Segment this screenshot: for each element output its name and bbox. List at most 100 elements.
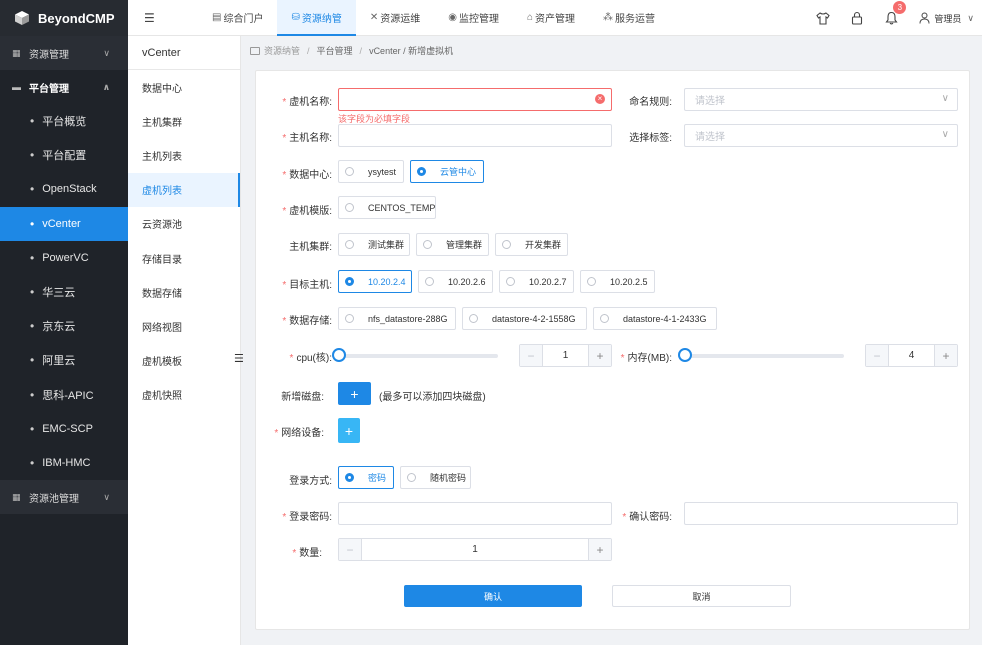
sidebar-item-h3c-cloud[interactable]: • 华三云 xyxy=(0,275,128,309)
bullet-icon: • xyxy=(30,353,35,368)
shirt-icon[interactable] xyxy=(815,10,831,26)
nav-group-resource-pool-management[interactable]: ▦ 资源池管理 ∨ xyxy=(0,480,128,515)
plus-icon[interactable]: + xyxy=(588,345,611,366)
cancel-button[interactable]: 取消 xyxy=(612,585,791,607)
login-password-input[interactable] xyxy=(338,502,612,525)
tab-resource-management[interactable]: ⛁ 资源纳管 xyxy=(277,0,357,36)
grid-icon: ▦ xyxy=(12,47,21,58)
tab-service-ops[interactable]: ⁂ 服务运营 xyxy=(589,0,669,36)
quantity-value[interactable]: 1 xyxy=(362,539,588,560)
grid-icon: ▦ xyxy=(12,491,21,502)
subnav-item-host-cluster[interactable]: 主机集群 xyxy=(128,104,240,138)
menu-toggle-icon[interactable]: ☰ xyxy=(144,11,164,25)
cpu-value[interactable]: 1 xyxy=(543,345,588,366)
cpu-stepper[interactable]: − 1 + xyxy=(519,344,612,367)
tab-resource-ops[interactable]: ✕ 资源运维 xyxy=(356,0,434,36)
select-tag-label: 选择标签: xyxy=(629,133,672,144)
subnav-item-datastore[interactable]: 数据存储 xyxy=(128,275,240,309)
host-name-input[interactable] xyxy=(338,124,612,147)
add-network-button[interactable]: + xyxy=(338,418,360,443)
bullet-icon: • xyxy=(30,285,35,300)
radio-host-10-20-2-7[interactable]: 10.20.2.7 xyxy=(499,270,574,293)
tab-label: 监控管理 xyxy=(458,14,499,25)
quantity-stepper[interactable]: − 1 + xyxy=(338,538,612,561)
sidebar-item-platform-config[interactable]: • 平台配置 xyxy=(0,138,128,172)
sidebar-item-label: 平台概览 xyxy=(42,116,87,129)
minus-icon[interactable]: − xyxy=(520,345,543,366)
tab-label: 资产管理 xyxy=(535,14,576,25)
memory-slider-handle[interactable] xyxy=(678,348,692,362)
chevron-down-icon: ∨ xyxy=(941,93,949,104)
add-disk-button[interactable]: + xyxy=(338,382,371,405)
user-menu[interactable]: 管理员 ∨ xyxy=(919,12,974,25)
plus-icon[interactable]: + xyxy=(934,345,957,366)
subnav-item-vm-list[interactable]: 虚机列表 xyxy=(128,172,240,207)
subnav-item-storage-directory[interactable]: 存储目录 xyxy=(128,241,240,275)
radio-datacenter-cloud-center[interactable]: 云管中心 xyxy=(410,160,484,183)
select-tag-select[interactable]: 请选择 ∨ xyxy=(684,124,958,147)
minus-icon[interactable]: − xyxy=(339,539,362,560)
sidebar-item-aliyun[interactable]: • 阿里云 xyxy=(0,343,128,377)
radio-datastore-nfs[interactable]: nfs_datastore-288G xyxy=(338,307,456,330)
sidebar-item-openstack[interactable]: • OpenStack xyxy=(0,172,128,206)
memory-value[interactable]: 4 xyxy=(889,345,934,366)
radio-cluster-test[interactable]: 测试集群 xyxy=(338,233,410,256)
sidebar-item-cisco-apic[interactable]: • 思科-APIC xyxy=(0,378,128,412)
radio-host-10-20-2-5[interactable]: 10.20.2.5 xyxy=(580,270,655,293)
sidebar-item-label: 京东云 xyxy=(42,321,76,334)
nav-group-resource-management[interactable]: ▦ 资源管理 ∨ xyxy=(0,36,128,70)
radio-datastore-4-2[interactable]: datastore-4-2-1558G xyxy=(462,307,587,330)
radio-login-random-password[interactable]: 随机密码 xyxy=(400,466,471,489)
sidebar-item-platform-overview[interactable]: • 平台概览 xyxy=(0,104,128,138)
subnav-item-cloud-pool[interactable]: 云资源池 xyxy=(128,207,240,241)
login-password-label: * 登录密码: xyxy=(282,512,332,523)
breadcrumb-item[interactable]: 资源纳管 xyxy=(264,44,300,57)
confirm-password-input[interactable] xyxy=(684,502,958,525)
sidebar-item-emc-scp[interactable]: • EMC-SCP xyxy=(0,412,128,446)
subnav-item-host-list[interactable]: 主机列表 xyxy=(128,138,240,172)
cpu-slider[interactable] xyxy=(332,348,498,362)
sidebar-item-powervc[interactable]: • PowerVC xyxy=(0,241,128,275)
tab-monitoring[interactable]: ◉ 监控管理 xyxy=(434,0,513,36)
radio-datacenter-ysytest[interactable]: ysytest xyxy=(338,160,404,183)
cpu-slider-handle[interactable] xyxy=(332,348,346,362)
sidebar-item-jd-cloud[interactable]: • 京东云 xyxy=(0,309,128,343)
naming-rule-select[interactable]: 请选择 ∨ xyxy=(684,88,958,111)
subnav-item-vm-template[interactable]: 虚机模板 xyxy=(128,344,240,378)
sidebar-item-label: IBM-HMC xyxy=(42,456,91,469)
sidebar-item-ibm-hmc[interactable]: • IBM-HMC xyxy=(0,446,128,480)
secondary-sidebar-title: vCenter xyxy=(128,36,240,70)
tab-asset-management[interactable]: ⌂ 资产管理 xyxy=(513,0,589,36)
clear-icon[interactable]: × xyxy=(595,94,605,104)
user-icon xyxy=(919,12,930,24)
radio-cluster-development[interactable]: 开发集群 xyxy=(495,233,568,256)
sidebar-item-vcenter[interactable]: • vCenter xyxy=(0,206,128,241)
bell-icon[interactable]: 3 xyxy=(883,1,907,26)
radio-datastore-4-1[interactable]: datastore-4-1-2433G xyxy=(593,307,717,330)
confirm-button[interactable]: 确认 xyxy=(404,585,582,607)
tab-label: 综合门户 xyxy=(223,14,264,25)
plus-icon[interactable]: + xyxy=(588,539,611,560)
subnav-item-vm-snapshot[interactable]: 虚机快照 xyxy=(128,378,240,412)
collapse-handle-icon[interactable]: ☰ xyxy=(234,352,244,365)
radio-cluster-management[interactable]: 管理集群 xyxy=(416,233,489,256)
radio-host-10-20-2-6[interactable]: 10.20.2.6 xyxy=(418,270,493,293)
memory-slider[interactable] xyxy=(678,348,844,362)
naming-rule-label: 命名规则: xyxy=(629,97,672,108)
nav-group-platform-management[interactable]: ▬ 平台管理 ∧ xyxy=(0,70,128,104)
memory-stepper[interactable]: − 4 + xyxy=(865,344,958,367)
subnav-item-network-view[interactable]: 网络视图 xyxy=(128,309,240,343)
app-logo[interactable]: BeyondCMP xyxy=(0,0,128,36)
network-label: * 网络设备: xyxy=(274,428,324,439)
breadcrumb-separator: / xyxy=(307,45,310,56)
radio-login-password[interactable]: 密码 xyxy=(338,466,394,489)
breadcrumb-item[interactable]: 平台管理 xyxy=(317,44,353,57)
vm-name-input[interactable]: × xyxy=(338,88,612,111)
subnav-item-datacenter[interactable]: 数据中心 xyxy=(128,70,240,104)
radio-host-10-20-2-4[interactable]: 10.20.2.4 xyxy=(338,270,412,293)
tab-portal[interactable]: ▤ 综合门户 xyxy=(198,0,277,36)
minus-icon[interactable]: − xyxy=(866,345,889,366)
nav-group-label: 资源池管理 xyxy=(29,493,79,505)
lock-icon[interactable] xyxy=(849,10,865,26)
radio-template-centos[interactable]: CENTOS_TEMP xyxy=(338,196,436,219)
